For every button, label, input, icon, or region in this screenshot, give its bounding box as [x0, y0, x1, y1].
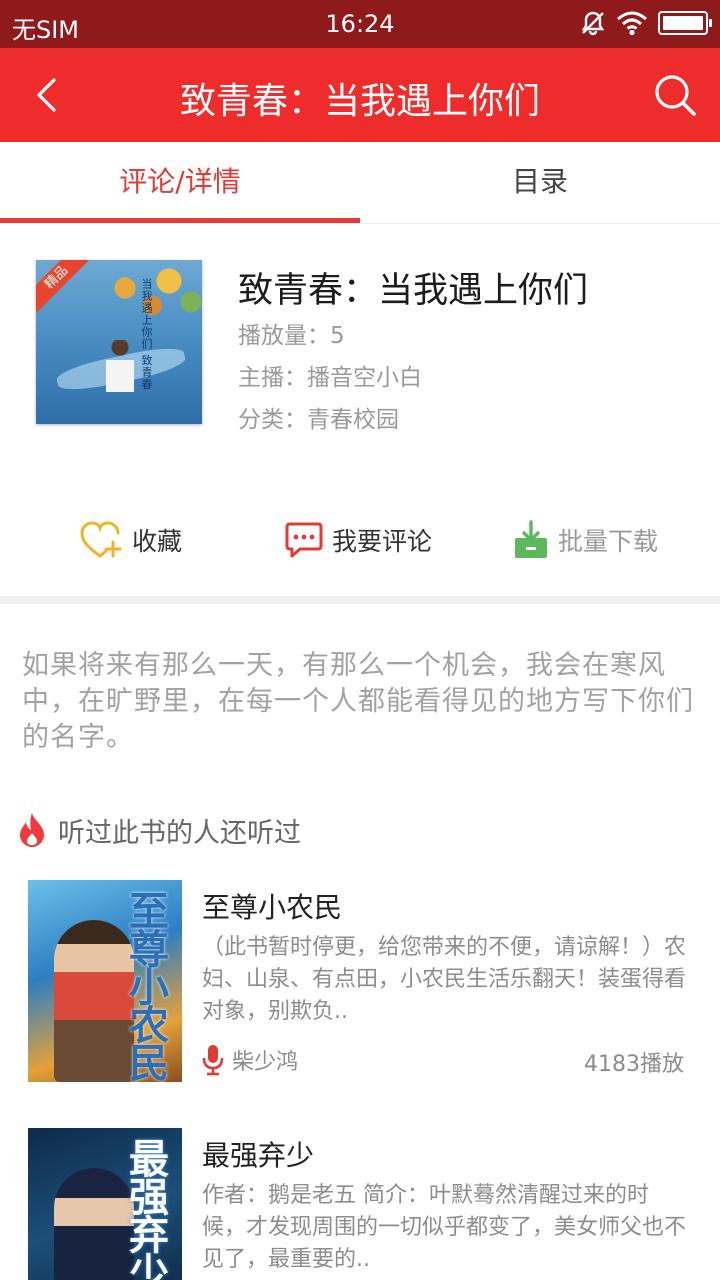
play-count: 播放量：5 [238, 323, 345, 349]
tab-bar: 评论/详情 目录 [0, 142, 720, 224]
recommendation-play-count: 4183播放 [584, 1052, 684, 1077]
recommendations-header: 听过此书的人还听过 [16, 808, 301, 852]
book-cover-image: 当我遇上你们 致青春 精品 [36, 260, 202, 424]
action-bar: 收藏 我要评论 批量下载 [0, 510, 720, 570]
search-icon[interactable] [650, 70, 700, 120]
app-header: 致青春：当我遇上你们 [0, 48, 720, 142]
comment-button[interactable]: 我要评论 [284, 510, 432, 570]
cover-title-text: 至尊小农民 [122, 890, 168, 1080]
back-arrow-icon[interactable] [24, 70, 74, 120]
download-label: 批量下载 [558, 527, 659, 556]
download-icon [515, 520, 547, 558]
host-name: 主播：播音空小白 [238, 365, 422, 391]
active-tab-indicator [0, 218, 360, 223]
recommendation-title: 最强弃少 [202, 1139, 315, 1172]
book-title: 致青春：当我遇上你们 [238, 271, 589, 311]
status-icons [580, 10, 712, 36]
recommendation-cover-image: 至尊小农民 [28, 880, 182, 1082]
section-divider [0, 596, 720, 604]
list-item[interactable]: 至尊小农民 至尊小农民 （此书暂时停更，给您带来的不便，请谅解！）农妇、山泉、有… [0, 880, 720, 1090]
recommendation-description: （此书暂时停更，给您带来的不便，请谅解！）农妇、山泉、有点田，小农民生活乐翻天！… [202, 935, 687, 1024]
cover-title-text: 当我遇上你们 致青春 [140, 278, 153, 391]
recommendation-description: 作者：鹅是老五 简介：叶默蓦然清醒过来的时候，才发现周围的一切似乎都变了，美女师… [202, 1183, 687, 1272]
book-description: 如果将来有那么一天，有那么一个机会，我会在寒风中，在旷野里，在每一个人都能看得见… [22, 650, 694, 753]
recommendations-title: 听过此书的人还听过 [58, 817, 301, 849]
recommendation-title: 至尊小农民 [202, 891, 343, 924]
microphone-icon [202, 1045, 224, 1076]
heart-plus-icon [80, 521, 122, 558]
category-label: 分类：青春校园 [238, 407, 399, 433]
status-bar: 无SIM 16:24 [0, 0, 720, 48]
author-name: 柴少鸿 [232, 1050, 299, 1075]
cover-title-text: 最强弃少 [122, 1138, 168, 1280]
recommendation-cover-image: 最强弃少 [28, 1128, 182, 1280]
tab-catalog[interactable]: 目录 [360, 142, 720, 224]
batch-download-button[interactable]: 批量下载 [512, 510, 658, 570]
battery-icon [658, 11, 712, 35]
wifi-icon [617, 11, 647, 36]
tab-comments-details[interactable]: 评论/详情 [0, 142, 360, 224]
list-item[interactable]: 最强弃少 最强弃少 作者：鹅是老五 简介：叶默蓦然清醒过来的时候，才发现周围的一… [0, 1128, 720, 1280]
favorite-button[interactable]: 收藏 [80, 510, 182, 570]
premium-badge: 精品 [36, 260, 96, 317]
page-title: 致青春：当我遇上你们 [179, 81, 540, 122]
flame-icon [20, 813, 44, 847]
comment-label: 我要评论 [332, 527, 433, 556]
recommendation-author: 柴少鸿 [202, 1044, 298, 1076]
mute-bell-icon [581, 11, 605, 36]
favorite-label: 收藏 [132, 527, 183, 556]
comment-bubble-icon [285, 522, 323, 558]
